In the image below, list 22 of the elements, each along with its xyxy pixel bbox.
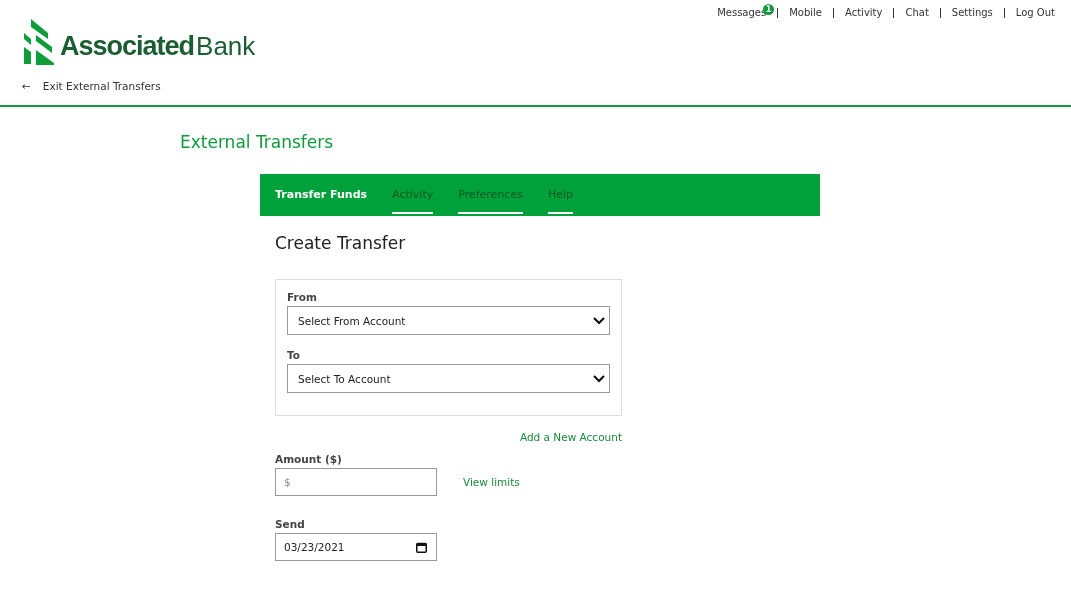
account-dropdown[interactable]: Select From Account xyxy=(287,306,610,335)
field-label: Send xyxy=(275,518,306,530)
nav-link[interactable]: Activity xyxy=(845,7,883,18)
amount-field[interactable]: $ xyxy=(275,468,437,496)
nav-link[interactable]: Settings xyxy=(951,7,993,18)
chevron-down-icon[interactable] xyxy=(593,316,605,325)
field-label: Amount ($) xyxy=(275,453,343,465)
calendar-icon[interactable] xyxy=(416,541,427,553)
nav-link[interactable]: Chat xyxy=(905,7,929,18)
view-limits-link[interactable]: View limits xyxy=(463,476,520,488)
add-account-link[interactable]: Add a New Account xyxy=(519,431,622,443)
chevron-down-icon[interactable] xyxy=(593,374,605,383)
nav-link[interactable]: Mobile xyxy=(789,7,823,18)
field-label: From xyxy=(287,291,318,303)
account-dropdown[interactable]: Select To Account xyxy=(287,364,610,393)
back-link[interactable]: ← Exit External Transfers xyxy=(22,80,161,92)
nav-link[interactable]: Log Out xyxy=(1015,7,1055,18)
logo[interactable]: AssociatedBank xyxy=(22,19,256,65)
field-label: To xyxy=(287,349,301,361)
page-title: External Transfers xyxy=(180,132,335,152)
date-field[interactable]: 03/23/2021 xyxy=(275,533,437,561)
section-heading: Create Transfer xyxy=(275,233,407,253)
